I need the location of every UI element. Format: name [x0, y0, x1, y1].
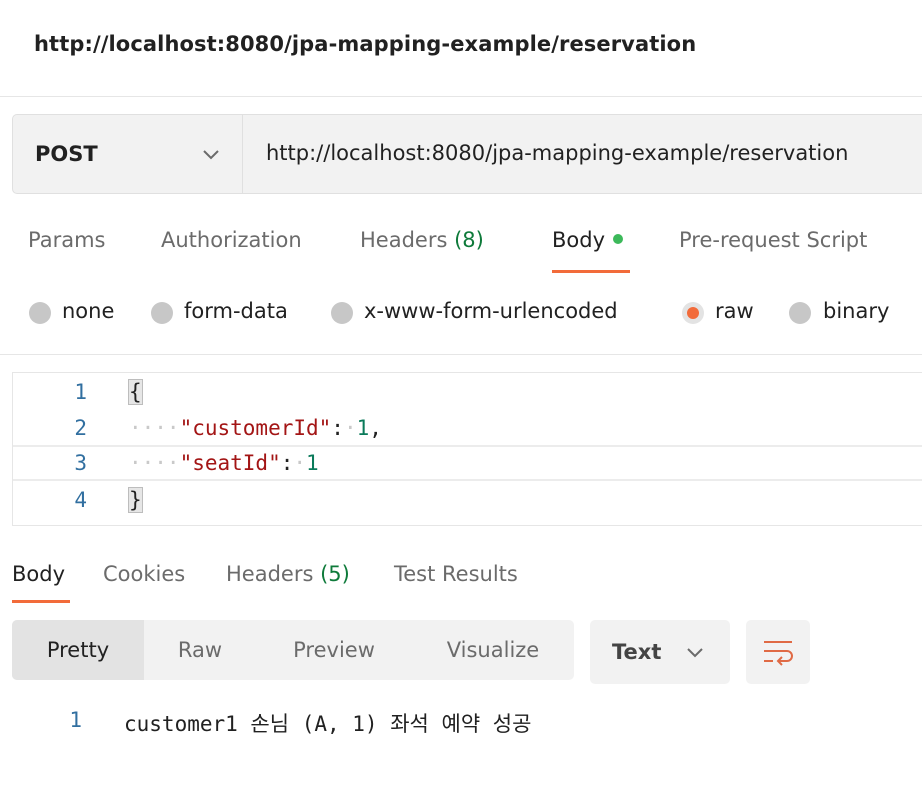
- method-label: POST: [35, 142, 98, 166]
- line-number: 1: [69, 708, 82, 732]
- radio-form-data-label[interactable]: form-data: [184, 299, 288, 323]
- line-code: }: [128, 487, 143, 513]
- url-text: http://localhost:8080/jpa-mapping-exampl…: [266, 141, 849, 165]
- line-number: 1: [74, 380, 87, 404]
- json-key: "customerId": [179, 416, 332, 440]
- tab-response-headers-label: Headers: [226, 562, 314, 586]
- view-visualize-button[interactable]: Visualize: [428, 620, 558, 680]
- whitespace-marker: ·: [343, 416, 357, 440]
- format-select-label: Text: [612, 640, 662, 664]
- tab-headers-count: (8): [454, 228, 484, 252]
- editor-line: 1 {: [13, 374, 922, 410]
- radio-form-data[interactable]: [151, 302, 173, 324]
- tab-authorization[interactable]: Authorization: [161, 228, 302, 252]
- tab-params[interactable]: Params: [28, 228, 106, 252]
- response-tabs: Body Cookies Headers (5) Test Results: [0, 556, 922, 608]
- whitespace-marker: ····: [129, 416, 180, 440]
- radio-urlencoded[interactable]: [331, 302, 353, 324]
- view-pretty-button[interactable]: Pretty: [12, 620, 144, 680]
- request-title-bar: http://localhost:8080/jpa-mapping-exampl…: [0, 0, 922, 97]
- wrap-lines-button[interactable]: [746, 620, 810, 684]
- wrap-lines-icon: [764, 641, 793, 666]
- json-colon: :: [280, 451, 294, 475]
- line-number: 3: [74, 451, 87, 475]
- line-code: ····"seatId":·1: [129, 451, 319, 475]
- format-select[interactable]: Text: [590, 620, 730, 684]
- radio-none-label[interactable]: none: [62, 299, 114, 323]
- active-tab-indicator: [552, 270, 630, 273]
- tab-pre-request-script[interactable]: Pre-request Script: [679, 228, 867, 252]
- tab-response-headers[interactable]: Headers (5): [226, 562, 350, 586]
- response-text: customer1 손님 (A, 1) 좌석 예약 성공: [124, 712, 532, 736]
- json-colon: :: [331, 416, 344, 440]
- tab-response-body[interactable]: Body: [12, 562, 65, 586]
- response-output-line: 1 customer1 손님 (A, 1) 좌석 예약 성공: [0, 704, 922, 740]
- editor-line: 2 ····"customerId":·1,: [13, 410, 922, 446]
- request-body-editor[interactable]: 1 { 2 ····"customerId":·1, 3 ····"seatId…: [12, 372, 922, 526]
- tab-body[interactable]: Body: [552, 228, 624, 252]
- editor-line-current: 3 ····"seatId":·1: [13, 445, 922, 481]
- request-url-bar: POST http://localhost:8080/jpa-mapping-e…: [12, 114, 922, 194]
- view-preview-button[interactable]: Preview: [272, 620, 396, 680]
- method-select[interactable]: POST: [13, 115, 243, 193]
- line-number: 4: [74, 488, 87, 512]
- request-tabs: Params Authorization Headers (8) Body Pr…: [0, 222, 922, 274]
- json-number: 1: [356, 416, 370, 440]
- chevron-down-icon: [687, 648, 703, 658]
- url-input[interactable]: http://localhost:8080/jpa-mapping-exampl…: [244, 115, 922, 193]
- json-comma: ,: [369, 416, 382, 440]
- radio-none[interactable]: [29, 302, 51, 324]
- tab-test-results[interactable]: Test Results: [394, 562, 518, 586]
- request-title[interactable]: http://localhost:8080/jpa-mapping-exampl…: [34, 32, 696, 56]
- json-brace: }: [128, 487, 143, 513]
- line-code: ····"customerId":·1,: [129, 416, 382, 440]
- body-type-options: none form-data x-www-form-urlencoded raw…: [0, 296, 922, 336]
- view-mode-group: Pretty Raw Preview Visualize: [12, 620, 574, 680]
- json-key: "seatId": [179, 451, 281, 475]
- tab-headers-label: Headers: [360, 228, 448, 252]
- line-number: 2: [74, 416, 87, 440]
- view-raw-button[interactable]: Raw: [144, 620, 256, 680]
- line-code: {: [128, 379, 143, 405]
- whitespace-marker: ····: [129, 451, 180, 475]
- tab-body-label: Body: [552, 228, 606, 252]
- json-brace: {: [128, 379, 143, 405]
- radio-raw-label[interactable]: raw: [715, 299, 754, 323]
- chevron-down-icon: [203, 150, 219, 160]
- body-status-dot: [613, 234, 624, 244]
- radio-urlencoded-label[interactable]: x-www-form-urlencoded: [364, 299, 618, 323]
- editor-line: 4 }: [13, 482, 922, 518]
- tab-response-headers-count: (5): [320, 562, 350, 586]
- tab-cookies[interactable]: Cookies: [103, 562, 185, 586]
- active-tab-indicator: [12, 600, 70, 603]
- json-number: 1: [306, 451, 319, 475]
- radio-binary-label[interactable]: binary: [823, 299, 889, 323]
- tab-headers[interactable]: Headers (8): [360, 228, 484, 252]
- divider: [0, 354, 922, 355]
- radio-raw[interactable]: [682, 302, 704, 324]
- whitespace-marker: ·: [293, 451, 307, 475]
- radio-binary[interactable]: [789, 302, 811, 324]
